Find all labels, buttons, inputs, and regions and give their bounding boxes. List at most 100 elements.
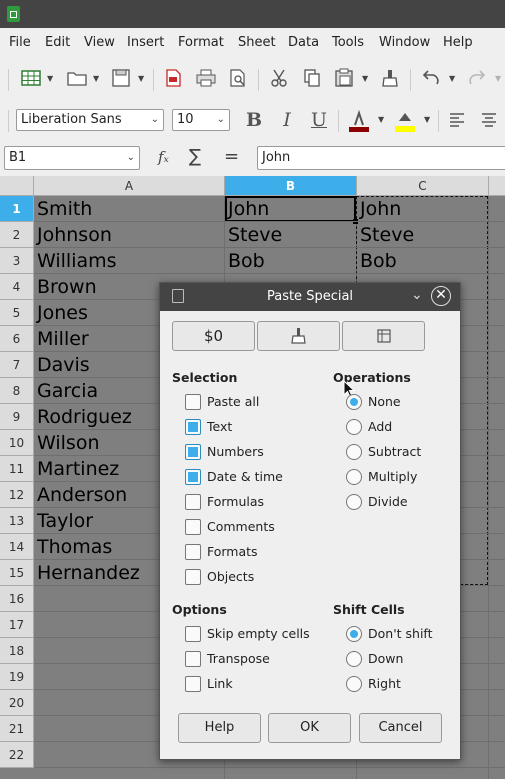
operation-radio-3[interactable]	[346, 469, 362, 485]
shift-label[interactable]: Right	[368, 676, 401, 691]
export-pdf-icon[interactable]	[160, 68, 186, 94]
row-header[interactable]: 17	[0, 612, 34, 638]
selection-chk-7[interactable]	[185, 569, 201, 585]
operation-label[interactable]: Multiply	[368, 469, 417, 484]
transpose-all-button[interactable]	[342, 321, 425, 351]
cell-a2[interactable]: Johnson	[34, 222, 224, 248]
column-header-a[interactable]: A	[34, 176, 225, 196]
menu-file[interactable]: File	[9, 35, 31, 50]
font-size-combo[interactable]: 10 ⌄	[172, 109, 230, 131]
row-header[interactable]: 8	[0, 378, 34, 404]
sum-button[interactable]: ∑	[189, 146, 201, 167]
column-header-d[interactable]	[489, 176, 505, 196]
chevron-down-icon[interactable]: ⌄	[127, 147, 135, 169]
option-chk-2[interactable]	[185, 676, 201, 692]
redo-icon[interactable]	[464, 68, 490, 94]
chevron-down-icon[interactable]: ▼	[449, 74, 455, 83]
menu-tools[interactable]: Tools	[332, 35, 364, 50]
row-header[interactable]: 12	[0, 482, 34, 508]
cancel-button[interactable]: Cancel	[359, 713, 442, 743]
help-button[interactable]: Help	[178, 713, 261, 743]
row-header[interactable]: 1	[0, 196, 34, 222]
cell-a1[interactable]: Smith	[34, 196, 224, 222]
cut-icon[interactable]	[266, 68, 292, 94]
option-label[interactable]: Transpose	[207, 651, 270, 666]
selection-chk-4[interactable]	[185, 494, 201, 510]
row-header[interactable]: 3	[0, 248, 34, 274]
column-header-b[interactable]: B	[225, 176, 357, 196]
undo-icon[interactable]	[418, 68, 444, 94]
menu-insert[interactable]: Insert	[127, 35, 164, 50]
option-chk-1[interactable]	[185, 651, 201, 667]
function-wizard-button[interactable]: fₓ	[158, 148, 169, 166]
selection-label[interactable]: Formulas	[207, 494, 264, 509]
print-icon[interactable]	[193, 68, 219, 94]
shift-radio-2[interactable]	[346, 676, 362, 692]
chevron-down-icon[interactable]: ▼	[138, 74, 144, 83]
select-all-corner[interactable]	[0, 176, 34, 196]
selection-chk-0[interactable]	[185, 394, 201, 410]
menu-data[interactable]: Data	[288, 35, 319, 50]
menu-window[interactable]: Window	[379, 35, 430, 50]
selection-chk-1[interactable]	[185, 419, 201, 435]
close-icon[interactable]: ✕	[431, 286, 451, 306]
row-header[interactable]: 6	[0, 326, 34, 352]
operation-radio-2[interactable]	[346, 444, 362, 460]
font-color-icon[interactable]	[346, 109, 372, 139]
row-header[interactable]: 22	[0, 742, 34, 768]
operation-radio-4[interactable]	[346, 494, 362, 510]
name-box[interactable]: B1 ⌄	[4, 146, 140, 170]
cell-c3[interactable]: Bob	[357, 248, 488, 274]
font-name-combo[interactable]: Liberation Sans ⌄	[16, 109, 164, 131]
formula-button[interactable]: =	[224, 146, 239, 167]
row-header[interactable]: 15	[0, 560, 34, 586]
align-left-icon[interactable]	[446, 110, 468, 134]
option-label[interactable]: Link	[207, 676, 233, 691]
menu-sheet[interactable]: Sheet	[238, 35, 276, 50]
menu-view[interactable]: View	[84, 35, 115, 50]
menu-format[interactable]: Format	[178, 35, 224, 50]
row-header[interactable]: 5	[0, 300, 34, 326]
chevron-down-icon[interactable]: ▼	[378, 115, 384, 124]
operation-label[interactable]: Add	[368, 419, 392, 434]
shift-label[interactable]: Don't shift	[368, 626, 433, 641]
selection-label[interactable]: Objects	[207, 569, 254, 584]
open-folder-icon[interactable]	[64, 68, 90, 94]
option-chk-0[interactable]	[185, 626, 201, 642]
selection-label[interactable]: Date & time	[207, 469, 283, 484]
align-center-icon[interactable]	[478, 110, 500, 134]
chevron-down-icon[interactable]: ⌄	[217, 110, 225, 130]
save-icon[interactable]	[108, 68, 134, 94]
ok-button[interactable]: OK	[268, 713, 351, 743]
row-header[interactable]: 21	[0, 716, 34, 742]
row-header[interactable]: 13	[0, 508, 34, 534]
row-header[interactable]: 19	[0, 664, 34, 690]
menu-edit[interactable]: Edit	[45, 35, 70, 50]
bold-button[interactable]: B	[243, 109, 265, 131]
operation-label[interactable]: Divide	[368, 494, 408, 509]
table-grid-icon[interactable]	[18, 68, 44, 94]
italic-button[interactable]: I	[276, 109, 298, 131]
chevron-down-icon[interactable]: ▼	[362, 74, 368, 83]
selection-chk-3[interactable]	[185, 469, 201, 485]
chevron-down-icon[interactable]: ▼	[495, 74, 501, 83]
row-header[interactable]: 14	[0, 534, 34, 560]
row-header[interactable]: 2	[0, 222, 34, 248]
shift-radio-1[interactable]	[346, 651, 362, 667]
row-header[interactable]: 10	[0, 430, 34, 456]
cell-b1[interactable]: John	[225, 196, 356, 222]
chevron-down-icon[interactable]: ▼	[93, 74, 99, 83]
row-header[interactable]: 7	[0, 352, 34, 378]
selection-chk-5[interactable]	[185, 519, 201, 535]
row-header[interactable]: 18	[0, 638, 34, 664]
row-header[interactable]: 16	[0, 586, 34, 612]
selection-chk-2[interactable]	[185, 444, 201, 460]
shift-radio-0[interactable]	[346, 626, 362, 642]
selection-label[interactable]: Numbers	[207, 444, 264, 459]
selection-label[interactable]: Formats	[207, 544, 258, 559]
operation-label[interactable]: Subtract	[368, 444, 421, 459]
copy-icon[interactable]	[299, 68, 325, 94]
cell-c2[interactable]: Steve	[357, 222, 488, 248]
clone-formatting-icon[interactable]	[377, 68, 403, 94]
row-header[interactable]: 9	[0, 404, 34, 430]
